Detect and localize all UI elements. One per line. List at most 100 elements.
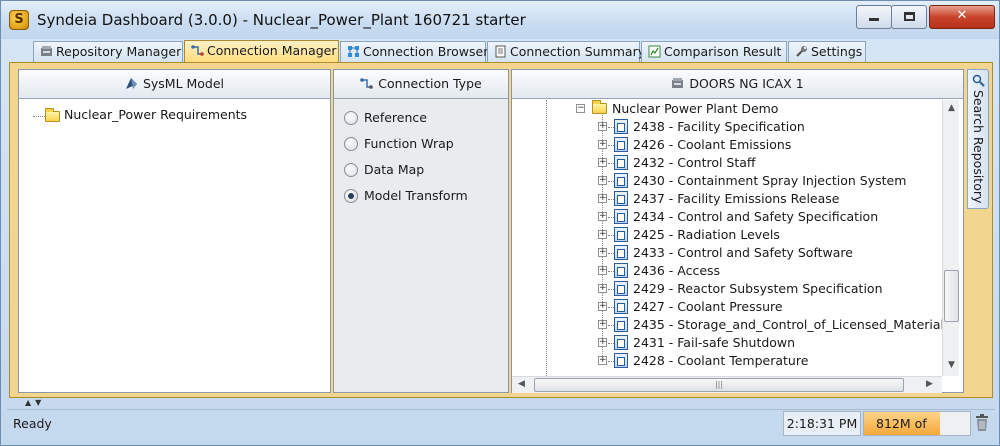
trash-icon[interactable] [975, 414, 989, 432]
sysml-tree-root[interactable]: Nuclear_Power Requirements [64, 107, 247, 122]
vertical-scroll-thumb[interactable] [944, 270, 959, 322]
radio-button[interactable] [344, 163, 358, 177]
doors-requirement-row[interactable]: +2434 - Control and Safety Specification [512, 208, 942, 226]
tab-settings[interactable]: Settings [788, 41, 866, 62]
sysml-model-panel: SysML Model Nuclear_Power Requirements [18, 69, 331, 393]
scroll-left-icon[interactable]: ◀ [514, 377, 529, 392]
tab-repository-manager[interactable]: Repository Manager [33, 41, 183, 62]
doors-requirement-row[interactable]: +2425 - Radiation Levels [512, 226, 942, 244]
doors-requirement-row[interactable]: +2433 - Control and Safety Software [512, 244, 942, 262]
tab-label: Connection Summary [510, 44, 646, 59]
window-title: Syndeia Dashboard (3.0.0) - Nuclear_Powe… [37, 11, 526, 29]
minimize-button[interactable] [856, 5, 892, 29]
tree-connector [33, 116, 45, 117]
collapse-icon[interactable]: − [576, 104, 585, 113]
doors-folder-label: Nuclear Power Plant Demo [612, 101, 779, 116]
expand-icon[interactable]: + [598, 158, 607, 167]
doors-requirement-row[interactable]: +2426 - Coolant Emissions [512, 136, 942, 154]
requirement-doc-icon [614, 317, 628, 332]
doors-requirement-row[interactable]: +2437 - Facility Emissions Release [512, 190, 942, 208]
split-collapse-icons[interactable]: ▲▼ [25, 398, 45, 407]
tab-label: Connection Browser [363, 44, 489, 59]
tab-connection-manager[interactable]: Connection Manager [184, 40, 339, 63]
maximize-button[interactable] [891, 5, 927, 29]
close-icon: ✕ [956, 8, 968, 23]
requirement-label: 2435 - Storage_and_Control_of_Licensed_M… [633, 317, 942, 332]
search-repository-tab[interactable]: Search Repository [967, 69, 989, 209]
horizontal-scroll-thumb[interactable]: ||| [534, 378, 904, 392]
radio-button[interactable] [344, 111, 358, 125]
memory-indicator[interactable]: 812M of 1126M [863, 411, 971, 436]
radio-label: Data Map [364, 162, 425, 177]
requirement-label: 2436 - Access [633, 263, 721, 278]
radio-model-transform[interactable]: Model Transform [344, 187, 468, 207]
tab-comparison-result[interactable]: Comparison Result [641, 41, 787, 62]
requirement-doc-icon [614, 281, 628, 296]
expand-icon[interactable]: + [598, 338, 607, 347]
doors-requirement-row[interactable]: +2432 - Control Staff [512, 154, 942, 172]
radio-button-selected[interactable] [344, 189, 358, 203]
scroll-right-icon[interactable]: ▶ [922, 377, 937, 392]
requirement-label: 2429 - Reactor Subsystem Specification [633, 281, 883, 296]
doors-requirement-row[interactable]: +2431 - Fail-safe Shutdown [512, 334, 942, 352]
expand-icon[interactable]: + [598, 194, 607, 203]
app-icon: S [9, 10, 29, 30]
expand-icon[interactable]: + [598, 302, 607, 311]
sysml-panel-header: SysML Model [19, 70, 330, 99]
radio-button[interactable] [344, 137, 358, 151]
doors-requirement-row[interactable]: +2429 - Reactor Subsystem Specification [512, 280, 942, 298]
close-button[interactable]: ✕ [929, 5, 995, 29]
expand-icon[interactable]: + [598, 230, 607, 239]
tab-label: Connection Manager [207, 43, 337, 58]
folder-icon [592, 100, 607, 114]
requirement-label: 2434 - Control and Safety Specification [633, 209, 879, 224]
sysml-icon [125, 78, 137, 89]
requirement-doc-icon [614, 245, 628, 260]
vertical-scrollbar[interactable]: ▲ ▼ [942, 100, 959, 376]
doors-requirement-row[interactable]: +2436 - Access [512, 262, 942, 280]
expand-icon[interactable]: + [598, 212, 607, 221]
horizontal-scrollbar[interactable]: ◀ ||| ▶ [512, 376, 942, 393]
scroll-up-icon[interactable]: ▲ [944, 101, 959, 116]
requirement-label: 2431 - Fail-safe Shutdown [633, 335, 796, 350]
doors-requirement-row[interactable]: +2438 - Facility Specification [512, 118, 942, 136]
requirement-doc-icon [614, 227, 628, 242]
tab-connection-browser[interactable]: Connection Browser [340, 41, 489, 62]
tab-connection-summary[interactable]: Connection Summary [487, 41, 645, 62]
requirement-label: 2430 - Containment Spray Injection Syste… [633, 173, 907, 188]
expand-icon[interactable]: + [598, 266, 607, 275]
maximize-icon [903, 12, 915, 21]
database-icon [41, 46, 52, 56]
sysml-panel-title: SysML Model [142, 76, 225, 91]
expand-icon[interactable]: + [598, 356, 607, 365]
radio-reference[interactable]: Reference [344, 109, 427, 129]
connection-icon [191, 45, 204, 56]
doors-requirement-row[interactable]: +2435 - Storage_and_Control_of_Licensed_… [512, 316, 942, 334]
expand-icon[interactable]: + [598, 320, 607, 329]
doors-requirement-row[interactable]: +2430 - Containment Spray Injection Syst… [512, 172, 942, 190]
radio-data-map[interactable]: Data Map [344, 161, 424, 181]
wrench-icon [796, 46, 807, 57]
doors-panel: DOORS NG ICAX 1 − Nuclear Power Plant De… [511, 69, 964, 393]
search-icon [972, 74, 985, 87]
requirement-doc-icon [614, 299, 628, 314]
expand-icon[interactable]: + [598, 140, 607, 149]
requirement-label: 2438 - Facility Specification [633, 119, 805, 134]
requirement-doc-icon [614, 209, 628, 224]
radio-label: Model Transform [364, 188, 468, 203]
expand-icon[interactable]: + [598, 248, 607, 257]
expand-icon[interactable]: + [598, 122, 607, 131]
doors-requirement-row[interactable]: +2427 - Coolant Pressure [512, 298, 942, 316]
expand-icon[interactable]: + [598, 176, 607, 185]
expand-icon[interactable]: + [598, 284, 607, 293]
requirement-doc-icon [614, 137, 628, 152]
radio-function-wrap[interactable]: Function Wrap [344, 135, 454, 155]
status-text: Ready [13, 416, 52, 431]
search-repository-label: Search Repository [971, 90, 986, 204]
doors-panel-title: DOORS NG ICAX 1 [689, 76, 804, 91]
radio-label: Reference [364, 110, 427, 125]
folder-icon [45, 108, 60, 122]
scroll-down-icon[interactable]: ▼ [944, 358, 959, 373]
doors-folder-row[interactable]: − Nuclear Power Plant Demo [512, 100, 942, 118]
doors-requirement-row[interactable]: +2428 - Coolant Temperature [512, 352, 942, 370]
